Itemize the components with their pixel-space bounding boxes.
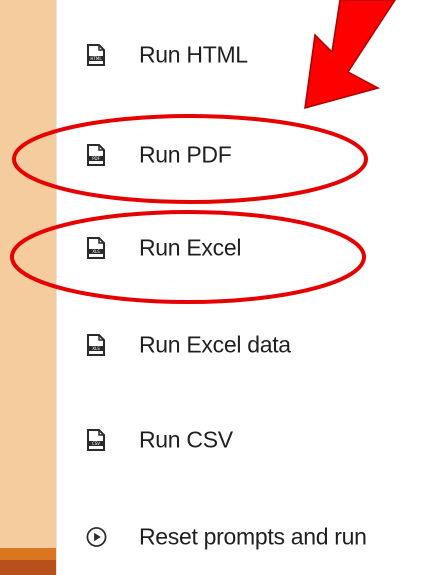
- pdf-file-icon: PDF: [87, 144, 105, 166]
- xls-file-icon: XLS: [87, 334, 105, 356]
- play-circle-icon: [86, 527, 107, 547]
- csv-file-icon-text: CSV: [92, 441, 100, 446]
- run-options-menu: HTML Run HTML PDF Run PDF XLS Run Excel …: [56, 0, 443, 575]
- menu-item-run-pdf[interactable]: PDF Run PDF: [57, 125, 443, 185]
- xls-file-icon-text: XLS: [92, 346, 100, 351]
- xls-file-icon-text: XLS: [92, 249, 100, 254]
- pdf-file-icon-text: PDF: [92, 156, 100, 161]
- xls-file-icon: XLS: [87, 237, 105, 259]
- csv-file-icon: CSV: [87, 429, 105, 451]
- menu-item-label: Run HTML: [139, 41, 248, 68]
- menu-item-label: Run CSV: [139, 426, 233, 453]
- menu-item-run-html[interactable]: HTML Run HTML: [57, 25, 443, 85]
- menu-item-run-csv[interactable]: CSV Run CSV: [57, 410, 443, 470]
- menu-item-label: Run PDF: [139, 141, 232, 168]
- background-taskbar-strip: [0, 548, 60, 575]
- html-file-icon-text: HTML: [90, 56, 102, 61]
- menu-item-label: Run Excel data: [139, 331, 291, 358]
- background-taskbar-dark: [0, 560, 60, 575]
- menu-item-label: Run Excel: [139, 234, 242, 261]
- menu-item-run-excel[interactable]: XLS Run Excel: [57, 218, 443, 278]
- menu-item-label: Reset prompts and run: [139, 523, 367, 550]
- menu-item-reset-prompts-and-run[interactable]: Reset prompts and run: [57, 507, 443, 567]
- html-file-icon: HTML: [87, 44, 105, 66]
- menu-item-run-excel-data[interactable]: XLS Run Excel data: [57, 315, 443, 375]
